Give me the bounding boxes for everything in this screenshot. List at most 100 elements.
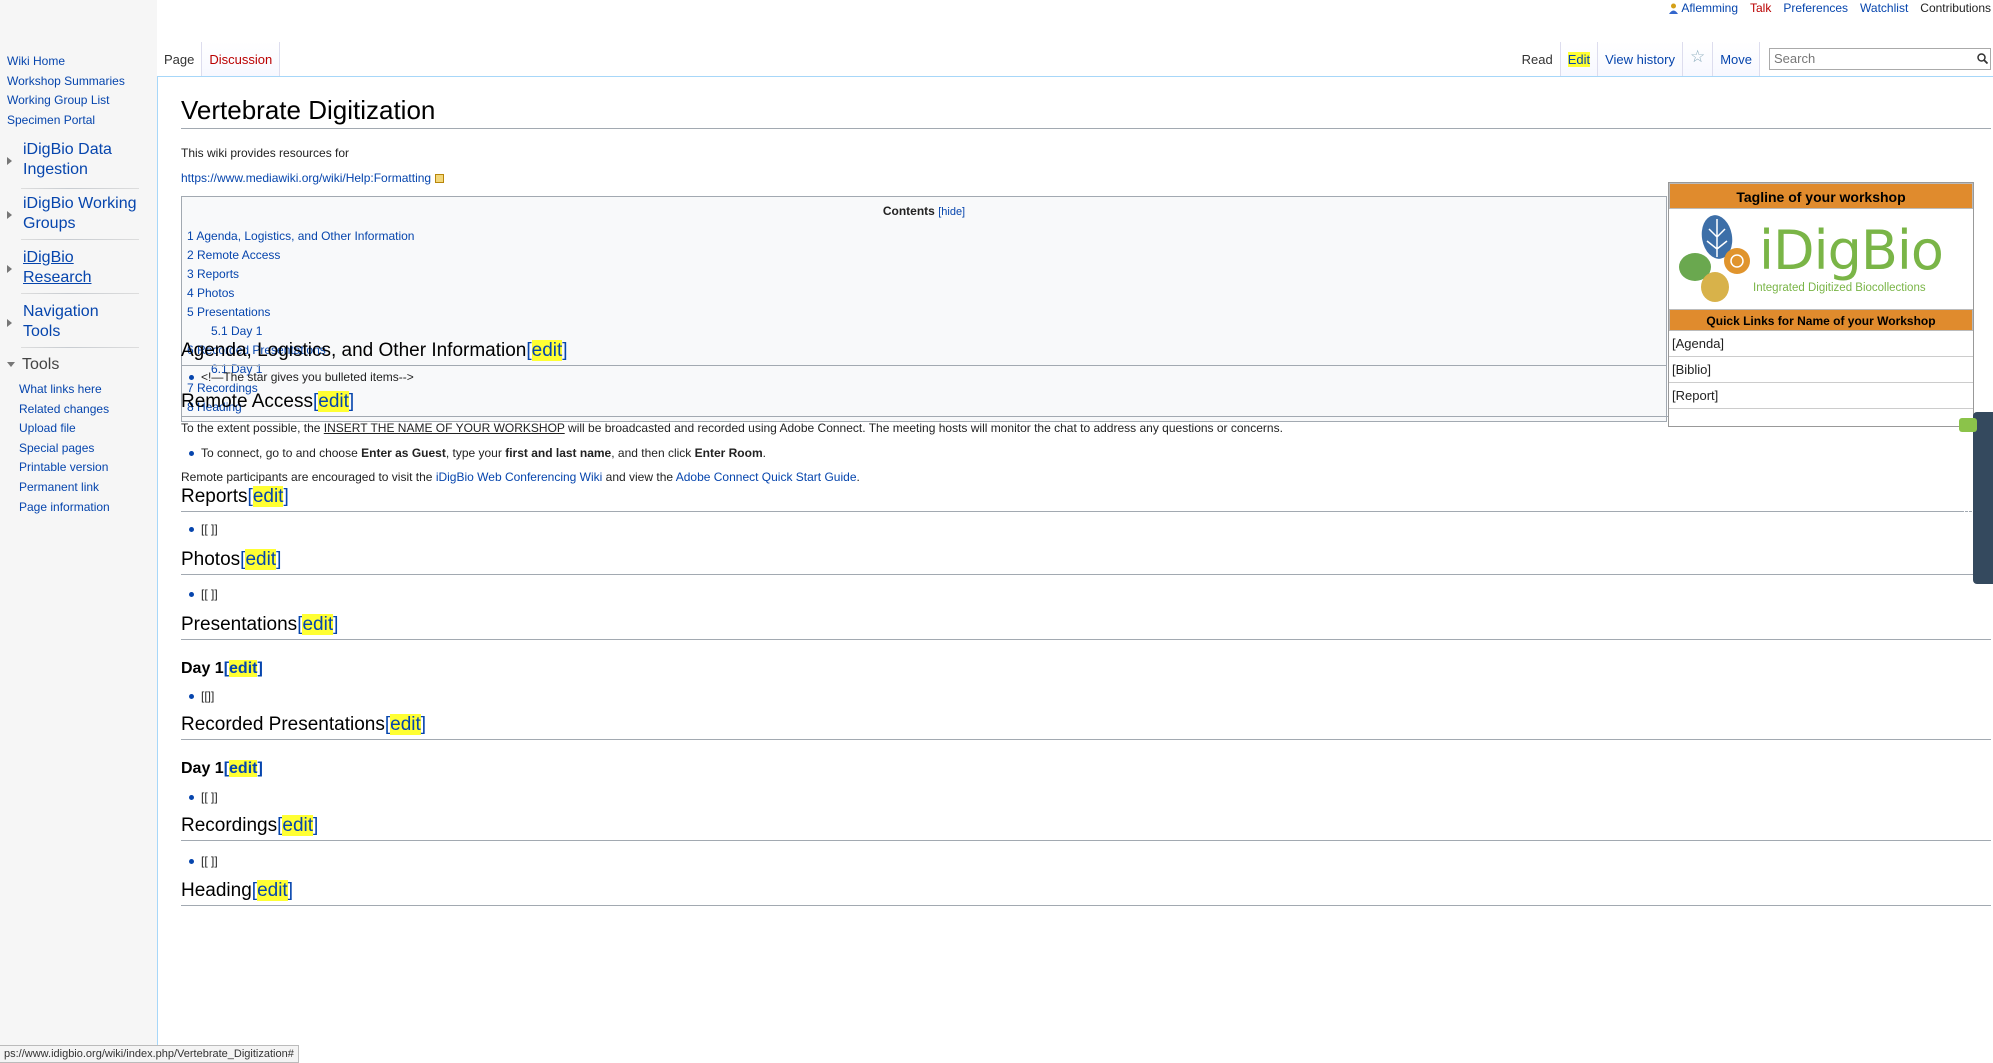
- toc-hide-toggle[interactable]: [hide]: [938, 206, 965, 218]
- text: Remote participants are encouraged to vi…: [181, 470, 436, 484]
- tool-upload-file[interactable]: Upload file: [19, 419, 110, 439]
- portal-label: Tools: [23, 323, 61, 340]
- help-link[interactable]: https://www.mediawiki.org/wiki/Help:Form…: [181, 170, 445, 186]
- toc-title: Contents [hide]: [182, 204, 1666, 218]
- edit-section-link[interactable]: [edit]: [224, 660, 263, 677]
- tool-special-pages[interactable]: Special pages: [19, 439, 110, 459]
- toc-item[interactable]: 5 Presentations: [187, 303, 414, 322]
- list-item: To connect, go to and choose Enter as Gu…: [189, 445, 766, 461]
- edit-label: edit: [252, 486, 284, 507]
- list-item: [[ ]]: [189, 586, 218, 602]
- search-placeholder: Search: [1774, 51, 1816, 66]
- portal-data-ingestion[interactable]: iDigBio Data Ingestion: [7, 140, 153, 190]
- tab-move[interactable]: Move: [1713, 42, 1760, 76]
- sidebar-item-wiki-home[interactable]: Wiki Home: [7, 52, 125, 72]
- heading-text: Heading: [181, 880, 252, 901]
- expand-arrow-icon: [7, 211, 12, 219]
- heading-text: Day 1: [181, 760, 224, 777]
- portal-research[interactable]: iDigBio Research: [7, 248, 153, 298]
- infobox-row-report: [Report]: [1669, 383, 1973, 409]
- edit-section-link[interactable]: [edit]: [297, 614, 338, 635]
- tab-edit[interactable]: Edit: [1560, 42, 1599, 76]
- heading-day-1-recorded: Day 1[edit]: [181, 759, 263, 779]
- heading-text: Agenda, Logistics, and Other Information: [181, 340, 527, 361]
- user-link[interactable]: Aflemming: [1669, 1, 1738, 15]
- edit-section-link[interactable]: [edit]: [526, 340, 568, 361]
- heading-reports: Reports[edit]: [181, 485, 1991, 512]
- bullet-text: [[ ]]: [201, 587, 218, 601]
- lock-icon: [435, 174, 445, 184]
- text: To connect, go to and choose: [201, 446, 362, 460]
- sidebar: Wiki Home Workshop Summaries Working Gro…: [0, 0, 157, 1061]
- toc-item[interactable]: 4 Photos: [187, 284, 414, 303]
- watchlist-link[interactable]: Watchlist: [1860, 1, 1908, 15]
- infobox-tagline: Tagline of your workshop: [1669, 183, 1973, 209]
- sidebar-nav: Wiki Home Workshop Summaries Working Gro…: [7, 52, 125, 130]
- tools-heading[interactable]: Tools: [7, 356, 59, 374]
- heading-agenda: Agenda, Logistics, and Other Information…: [181, 339, 1667, 366]
- tab-page[interactable]: Page: [157, 42, 203, 76]
- heading-recordings: Recordings[edit]: [181, 814, 1991, 841]
- edit-section-link[interactable]: [edit]: [224, 760, 263, 777]
- infobox-row-agenda: [Agenda]: [1669, 331, 1973, 357]
- web-conferencing-wiki-link[interactable]: iDigBio Web Conferencing Wiki: [436, 470, 603, 484]
- edit-section-link[interactable]: [edit]: [240, 549, 281, 570]
- text: .: [856, 470, 860, 484]
- sidebar-item-specimen-portal[interactable]: Specimen Portal: [7, 111, 125, 131]
- collapse-arrow-icon: [7, 362, 15, 368]
- portal-navigation-tools[interactable]: Navigation Tools: [7, 302, 153, 352]
- tool-related-changes[interactable]: Related changes: [19, 400, 110, 420]
- bullet-text: [[ ]]: [201, 854, 218, 868]
- search-input[interactable]: Search: [1769, 48, 1991, 70]
- tool-printable-version[interactable]: Printable version: [19, 458, 110, 478]
- tool-page-information[interactable]: Page information: [19, 498, 110, 518]
- sidebar-item-workshop-summaries[interactable]: Workshop Summaries: [7, 72, 125, 92]
- expand-arrow-icon: [7, 265, 12, 273]
- portal-label: Navigation: [23, 303, 99, 320]
- talk-link[interactable]: Talk: [1750, 1, 1771, 15]
- text: , type your: [445, 446, 506, 460]
- feedback-label: FEEDBACK: [1961, 488, 1976, 559]
- edit-label: edit: [318, 391, 349, 412]
- edit-section-link[interactable]: [edit]: [252, 880, 293, 901]
- feedback-button[interactable]: FEEDBACK: [1959, 412, 1993, 584]
- edit-label: edit: [245, 549, 277, 570]
- divider: [21, 347, 139, 348]
- contributions-link[interactable]: Contributions: [1920, 1, 1991, 15]
- edit-section-link[interactable]: [edit]: [385, 714, 426, 735]
- tools-heading-label: Tools: [22, 356, 60, 373]
- portal-working-groups[interactable]: iDigBio Working Groups: [7, 194, 153, 244]
- preferences-link[interactable]: Preferences: [1783, 1, 1848, 15]
- toc-item[interactable]: 3 Reports: [187, 265, 414, 284]
- tool-permanent-link[interactable]: Permanent link: [19, 478, 110, 498]
- list-item: [[]]: [188, 688, 214, 704]
- tab-view-history[interactable]: View history: [1598, 42, 1683, 76]
- tab-discussion[interactable]: Discussion: [202, 42, 281, 76]
- list-item: [[ ]]: [189, 853, 218, 869]
- toc-item[interactable]: 2 Remote Access: [187, 246, 414, 265]
- heading-presentations: Presentations[edit]: [181, 613, 1991, 640]
- watch-star[interactable]: ☆: [1682, 42, 1714, 76]
- heading-text: Presentations: [181, 614, 298, 635]
- intro-text: This wiki provides resources for: [181, 146, 350, 160]
- toc-item[interactable]: 1 Agenda, Logistics, and Other Informati…: [187, 227, 414, 246]
- tools-list: What links here Related changes Upload f…: [19, 380, 110, 517]
- portal-label: Research: [23, 269, 92, 286]
- sidebar-item-working-group-list[interactable]: Working Group List: [7, 91, 125, 111]
- edit-label: edit: [229, 660, 258, 677]
- tab-read[interactable]: Read: [1514, 42, 1561, 76]
- infobox-row-biblio: [Biblio]: [1669, 357, 1973, 383]
- heading-text: Recordings: [181, 815, 278, 836]
- adobe-connect-guide-link[interactable]: Adobe Connect Quick Start Guide: [676, 470, 857, 484]
- divider: [21, 293, 139, 294]
- search-icon[interactable]: [1977, 52, 1989, 65]
- edit-label: edit: [282, 815, 314, 836]
- edit-section-link[interactable]: [edit]: [248, 486, 289, 507]
- edit-section-link[interactable]: [edit]: [277, 815, 318, 836]
- tool-what-links-here[interactable]: What links here: [19, 380, 110, 400]
- edit-label: edit: [229, 760, 258, 777]
- list-item: [[ ]]: [189, 521, 218, 537]
- heading-day-1: Day 1[edit]: [181, 659, 263, 679]
- thumbs-up-icon: [1959, 418, 1977, 432]
- edit-section-link[interactable]: [edit]: [313, 391, 354, 412]
